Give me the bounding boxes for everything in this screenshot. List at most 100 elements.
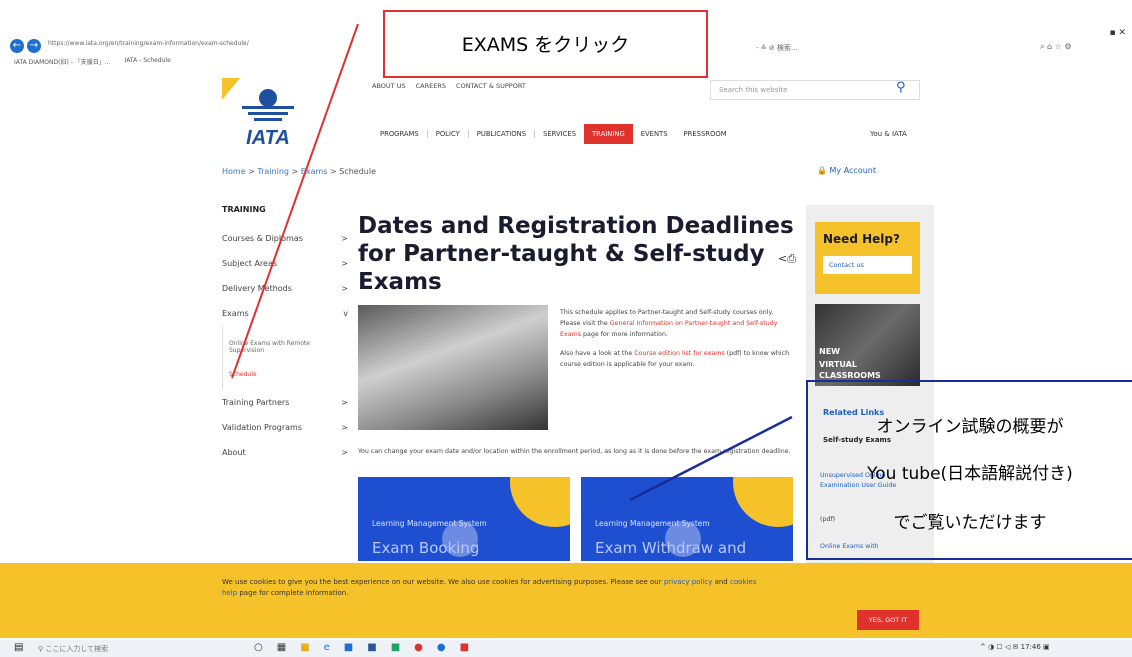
chevron-right-icon: > xyxy=(341,259,348,268)
address-bar[interactable]: https://www.iata.org/en/training/exam-in… xyxy=(48,40,249,47)
chevron-right-icon: > xyxy=(341,234,348,243)
sidebar-label: About xyxy=(222,448,246,457)
intro-text-b: page for more information. xyxy=(580,331,669,338)
cortana-icon[interactable]: ○ xyxy=(254,642,263,653)
card-lms-label: Learning Management System xyxy=(595,519,710,528)
card-decoration xyxy=(510,477,570,527)
cookie-and: and xyxy=(712,578,730,586)
nav-pressroom[interactable]: PRESSROOM xyxy=(676,130,735,138)
change-text: You can change your exam date and/or loc… xyxy=(358,448,791,455)
nav-services[interactable]: SERVICES xyxy=(535,130,584,138)
intro-text-c: Also have a look at the xyxy=(560,350,635,357)
crumb-home[interactable]: Home xyxy=(222,167,246,176)
word-icon[interactable]: ■ xyxy=(367,642,376,653)
exam-withdraw-card[interactable]: Learning Management System Exam Withdraw… xyxy=(581,477,793,561)
my-account-link[interactable]: 🔒 My Account xyxy=(817,166,876,175)
nav-training[interactable]: TRAINING xyxy=(584,124,633,144)
sidebar-item-subjects[interactable]: Subject Areas > xyxy=(222,251,350,276)
cookies-help-link[interactable]: help xyxy=(222,589,237,597)
card-decoration xyxy=(733,477,793,527)
cookie-banner xyxy=(0,563,1132,638)
sidebar-item-courses[interactable]: Courses & Diplomas > xyxy=(222,226,350,251)
sidebar-item-exams[interactable]: Exams v xyxy=(222,301,350,326)
annotation-video-line-3: でご覧いただけます xyxy=(893,513,1047,533)
taskbar-search[interactable]: ⚲ ここに入力して検索 xyxy=(38,644,108,654)
sidebar-label: Delivery Methods xyxy=(222,284,292,293)
chrome-icon[interactable]: ● xyxy=(414,642,423,653)
my-account-label: My Account xyxy=(829,166,876,175)
explorer-icon[interactable]: ■ xyxy=(300,642,309,653)
tab-2[interactable]: IATA - Schedule xyxy=(121,57,175,69)
help-title: Need Help? xyxy=(823,232,900,246)
sidebar-item-validation[interactable]: Validation Programs > xyxy=(222,415,350,440)
outlook-icon[interactable]: ■ xyxy=(344,642,353,653)
breadcrumb: Home > Training > Exams > Schedule xyxy=(222,167,376,176)
cookies-link[interactable]: cookies xyxy=(730,578,756,586)
nav-events[interactable]: EVENTS xyxy=(633,130,676,138)
sidebar: TRAINING Courses & Diplomas > Subject Are… xyxy=(222,205,350,465)
crumb-sep: > xyxy=(291,167,299,176)
iata-logo[interactable]: IATA xyxy=(222,78,302,150)
clock: 17:46 xyxy=(1020,643,1041,651)
window-controls[interactable]: ▪ ✕ xyxy=(1109,28,1126,38)
nav-programs[interactable]: PROGRAMS xyxy=(372,130,428,138)
course-edition-link[interactable]: Course edition list for exams xyxy=(634,350,724,357)
card-title: Exam Withdraw and xyxy=(595,539,747,557)
privacy-policy-link[interactable]: privacy policy xyxy=(664,578,713,586)
crumb-training[interactable]: Training xyxy=(257,167,289,176)
sidebar-label: Courses & Diplomas xyxy=(222,234,303,243)
system-tray: ^ ◑ ☐ ◁ ✉ 17:46 ▣ xyxy=(980,643,1050,651)
card-title: Exam Booking xyxy=(372,539,480,557)
sidebar-item-partners[interactable]: Training Partners > xyxy=(222,390,350,415)
site-search-input[interactable]: Search this website xyxy=(710,80,920,100)
sidebar-item-about[interactable]: About > xyxy=(222,440,350,465)
crumb-sep: > xyxy=(248,167,255,176)
annotation-video-line-2: You tube(日本語解説付き) xyxy=(867,464,1073,484)
virtual-classroom-label: VIRTUAL CLASSROOMS xyxy=(819,360,881,380)
back-icon[interactable]: ← xyxy=(10,39,24,53)
forward-icon[interactable]: → xyxy=(27,39,41,53)
chevron-right-icon: > xyxy=(341,284,348,293)
logo-text: IATA xyxy=(246,127,290,149)
cookie-text-a: We use cookies to give you the best expe… xyxy=(222,578,664,586)
sidebar-item-delivery[interactable]: Delivery Methods > xyxy=(222,276,350,301)
taskbar xyxy=(0,640,1132,657)
link-careers[interactable]: CAREERS xyxy=(416,82,446,90)
sidebar-label: Subject Areas xyxy=(222,259,278,268)
search-icon[interactable]: ⚲ xyxy=(896,80,906,95)
cookie-text-b: page for complete information. xyxy=(237,589,349,597)
help-box: Need Help? Contact us xyxy=(815,222,920,294)
tab-strip: IATA DIAMOND(旧) - 「支援日」... IATA - Schedu… xyxy=(10,57,175,69)
chevron-right-icon: > xyxy=(341,448,348,457)
accept-cookies-button[interactable]: YES, GOT IT xyxy=(857,610,919,630)
intro-text: This schedule applies to Partner-taught … xyxy=(560,307,795,370)
taskbar-icons: ○ ▦ ■ e ■ ■ ■ ● ● ■ xyxy=(254,642,469,653)
excel-icon[interactable]: ■ xyxy=(391,642,400,653)
ie-icon[interactable]: e xyxy=(324,642,330,653)
sidebar-sub-schedule[interactable]: Schedule xyxy=(222,366,350,390)
share-icon[interactable]: <⎙ xyxy=(778,252,796,266)
pdf-icon[interactable]: ■ xyxy=(460,642,469,653)
exam-booking-card[interactable]: Learning Management System Exam Booking xyxy=(358,477,570,561)
windows-start-icon[interactable]: ▤ xyxy=(14,642,23,653)
nav-policy[interactable]: POLICY xyxy=(428,130,469,138)
link-about[interactable]: ABOUT US xyxy=(372,82,406,90)
crumb-sep: > xyxy=(330,167,337,176)
crumb-exams[interactable]: Exams xyxy=(301,167,328,176)
nav-publications[interactable]: PUBLICATIONS xyxy=(469,130,536,138)
main-nav: PROGRAMS POLICY PUBLICATIONS SERVICES TR… xyxy=(372,124,735,144)
annotation-video-line-1: オンライン試験の概要が xyxy=(876,417,1064,437)
chevron-right-icon: > xyxy=(341,398,348,407)
tab-1[interactable]: IATA DIAMOND(旧) - 「支援日」... xyxy=(10,57,115,69)
task-view-icon[interactable]: ▦ xyxy=(277,642,286,653)
edge-icon[interactable]: ● xyxy=(437,642,446,653)
browser-search-icon[interactable]: ⌕ ⌂ ☆ ⚙ xyxy=(1040,42,1072,52)
card-lms-label: Learning Management System xyxy=(372,519,487,528)
top-links: ABOUT US CAREERS CONTACT & SUPPORT xyxy=(372,82,526,90)
sidebar-sub-online-exams[interactable]: Online Exams with Remote Supervision xyxy=(222,326,350,366)
sidebar-label: Training Partners xyxy=(222,398,290,407)
address-tools[interactable]: - ≙ ⊘ 検索... xyxy=(756,43,798,53)
you-iata-link[interactable]: You & IATA xyxy=(870,130,907,138)
contact-us-button[interactable]: Contact us xyxy=(823,256,912,274)
link-contact[interactable]: CONTACT & SUPPORT xyxy=(456,82,526,90)
